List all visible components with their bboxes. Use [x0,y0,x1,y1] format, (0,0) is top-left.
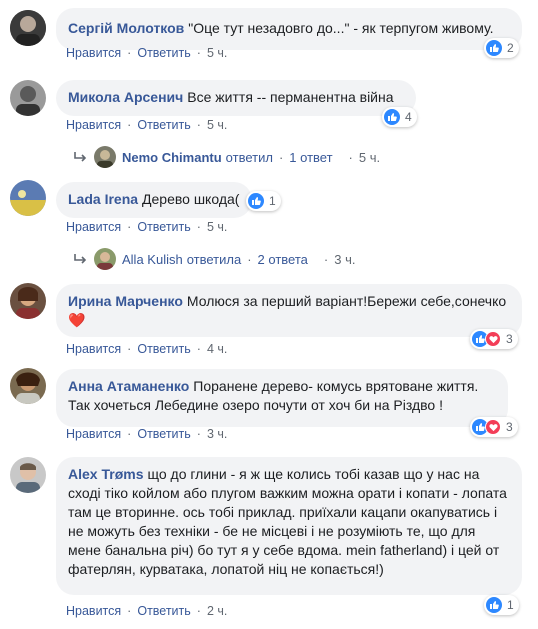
reply-button[interactable]: Ответить [137,604,190,618]
reply-arrow-icon [74,152,87,162]
avatar[interactable] [10,180,46,216]
comment-text: Молюся за перший варіант!Бережи себе,сон… [186,293,507,309]
comment-text: Дерево шкода( [142,191,240,207]
comment-author[interactable]: Alex Trøms [68,466,143,482]
reaction-count[interactable]: 2 [484,38,519,58]
avatar[interactable] [10,80,46,116]
comment-text: Все життя -- перманентна війна [187,89,394,105]
comment-bubble: Анна Атаманенко Поранене дерево- комусь в… [56,369,508,427]
comment-actions: Нравится · Ответить · 4 ч. [66,342,228,356]
reply-time: 5 ч. [358,149,381,165]
reply-time: 3 ч. [334,251,356,267]
comment-author[interactable]: Lada Irena [68,191,138,207]
comment-time[interactable]: 5 ч. [207,118,227,132]
like-button[interactable]: Нравится [66,342,121,356]
like-reaction-icon [486,597,502,613]
like-button[interactable]: Нравится [66,220,121,234]
reply-button[interactable]: Ответить [137,46,190,60]
love-reaction-icon [485,331,501,347]
comment-time[interactable]: 2 ч. [207,604,227,618]
comment-time[interactable]: 4 ч. [207,342,227,356]
avatar[interactable] [10,368,46,404]
reply-verb: ответила [186,251,242,267]
like-button[interactable]: Нравится [66,604,121,618]
reply-button[interactable]: Ответить [137,427,190,441]
heart-emoji: ❤️ [68,312,86,328]
reply-author: Alla Kulish [122,251,183,267]
comment-actions: Нравится · Ответить · 5 ч. [66,46,228,60]
comment-time[interactable]: 5 ч. [207,220,227,234]
comment-text: "Оце тут незадовго до..." - як терпугом … [188,20,494,36]
comment-bubble: Lada Irena Дерево шкода( [56,182,252,218]
reaction-count[interactable]: 3 [470,329,518,349]
reply-count: 2 ответа [257,251,308,267]
like-reaction-icon [384,109,400,125]
reply-button[interactable]: Ответить [137,342,190,356]
reaction-count[interactable]: 3 [470,417,518,437]
like-button[interactable]: Нравится [66,46,121,60]
replies-link[interactable]: Alla Kulish ответила · 2 ответа · 3 ч. [72,248,355,270]
comment-bubble: Сергій Молотков "Оце тут незадовго до..."… [56,8,522,50]
comment-author[interactable]: Анна Атаманенко [68,378,189,394]
avatar[interactable] [10,283,46,319]
reply-avatar [94,146,116,168]
like-button[interactable]: Нравится [66,427,121,441]
reaction-count[interactable]: 1 [484,595,519,615]
love-reaction-icon [485,419,501,435]
comment-time[interactable]: 5 ч. [207,46,227,60]
comment-actions: Нравится · Ответить · 5 ч. [66,220,228,234]
reply-avatar [94,248,116,270]
comment-author[interactable]: Сергій Молотков [68,20,184,36]
like-button[interactable]: Нравится [66,118,121,132]
like-reaction-icon [486,40,502,56]
comment-bubble: Ирина Марченко Молюся за перший варіант!Б… [56,284,522,337]
avatar[interactable] [10,10,46,46]
reply-verb: ответил [225,149,273,165]
reply-count: 1 ответ [289,149,333,165]
comment-actions: Нравится · Ответить · 3 ч. [66,427,228,441]
comment-bubble: Alex Trøms що до глини - я ж ще колись то… [56,457,522,595]
reaction-count[interactable]: 1 [246,191,281,211]
reply-arrow-icon [74,254,87,264]
comment-actions: Нравится · Ответить · 2 ч. [66,604,228,618]
comment-author[interactable]: Микола Арсенич [68,89,183,105]
like-reaction-icon [248,193,264,209]
reply-button[interactable]: Ответить [137,220,190,234]
comment-text: що до глини - я ж ще колись тобі казав щ… [68,466,507,577]
avatar[interactable] [10,457,46,493]
reply-button[interactable]: Ответить [137,118,190,132]
comment-author[interactable]: Ирина Марченко [68,293,183,309]
replies-link[interactable]: Nemo Chimantu ответил · 1 ответ · 5 ч. [72,146,380,168]
comment-time[interactable]: 3 ч. [207,427,227,441]
comment-actions: Нравится · Ответить · 5 ч. [66,118,228,132]
reply-author: Nemo Chimantu [122,149,222,165]
comment-bubble: Микола Арсенич Все життя -- перманентна в… [56,80,416,116]
reaction-count[interactable]: 4 [382,107,417,127]
